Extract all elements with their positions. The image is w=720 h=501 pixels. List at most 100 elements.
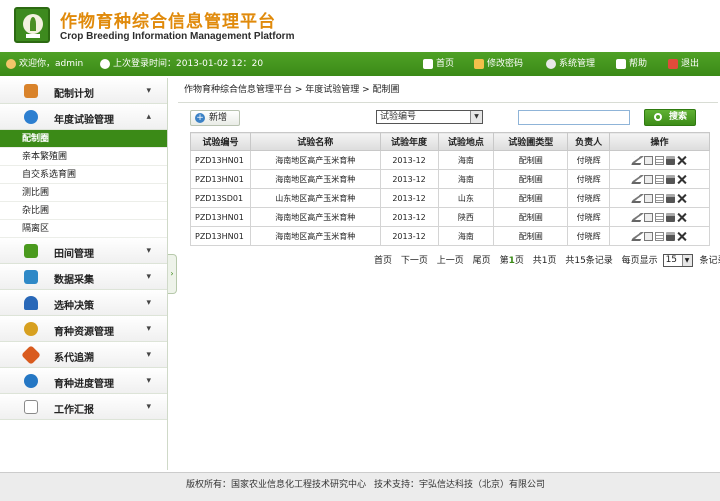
- cell-location: 海南: [437, 150, 495, 170]
- nav-logout[interactable]: 退出: [668, 52, 699, 76]
- cell-location: 海南: [437, 226, 495, 246]
- delete-icon[interactable]: [677, 156, 686, 165]
- sidebar-collapse-handle[interactable]: ›: [168, 254, 177, 294]
- document-icon[interactable]: [655, 155, 665, 165]
- sidebar-sub-item[interactable]: 自交系选育圃: [0, 166, 167, 184]
- cell-location: 山东: [437, 188, 495, 208]
- nav-change-password[interactable]: 修改密码: [474, 52, 523, 76]
- clock-icon: [24, 374, 38, 388]
- sidebar-sub-item[interactable]: 隔离区: [0, 220, 167, 238]
- sidebar-sub-item[interactable]: 测比圃: [0, 184, 167, 202]
- search-icon: [654, 113, 662, 121]
- copy-icon[interactable]: [644, 174, 654, 184]
- divider: [178, 102, 718, 103]
- table-row[interactable]: PZD13HN01 海南地区高产玉米育种 2013-12 海南 配制圃 付晓辉: [190, 226, 710, 246]
- cell-owner: 付晓辉: [567, 226, 611, 246]
- print-icon[interactable]: [666, 231, 676, 241]
- top-nav-bar: 欢迎你，admin 上次登录时间：2013-01-02 12：20 首页 修改密…: [0, 52, 720, 76]
- pager-total-pages: 共1页: [532, 256, 557, 266]
- search-button[interactable]: 搜索: [644, 109, 696, 126]
- nav-system-admin[interactable]: 系统管理: [546, 52, 595, 76]
- copy-icon[interactable]: [644, 155, 654, 165]
- sidebar-section-data[interactable]: 数据采集 ▾: [0, 264, 167, 290]
- search-input[interactable]: [518, 110, 630, 125]
- sidebar-section-resources[interactable]: 育种资源管理 ▾: [0, 316, 167, 342]
- copy-icon[interactable]: [644, 231, 654, 241]
- column-header[interactable]: 试验名称: [249, 132, 381, 151]
- lock-icon: [474, 58, 484, 69]
- copy-icon[interactable]: [644, 212, 654, 222]
- header: 作物育种综合信息管理平台 Crop Breeding Information M…: [0, 0, 720, 50]
- cell-type: 配制圃: [493, 150, 569, 170]
- print-icon[interactable]: [666, 212, 676, 222]
- delete-icon[interactable]: [677, 232, 686, 241]
- table-row[interactable]: PZD13HN01 海南地区高产玉米育种 2013-12 海南 配制圃 付晓辉: [190, 150, 710, 170]
- print-icon[interactable]: [666, 193, 676, 203]
- pager-per-page-label: 每页显示: [621, 256, 658, 266]
- edit-icon[interactable]: [631, 231, 644, 241]
- delete-icon[interactable]: [677, 175, 686, 184]
- breadcrumb: 作物育种综合信息管理平台 > 年度试验管理 > 配制圃: [184, 85, 400, 95]
- table-row[interactable]: PZD13HN01 海南地区高产玉米育种 2013-12 陕西 配制圃 付晓辉: [190, 207, 710, 227]
- edit-icon[interactable]: [631, 155, 644, 165]
- nav-home[interactable]: 首页: [423, 52, 454, 76]
- sidebar-section-progress[interactable]: 育种进度管理 ▾: [0, 368, 167, 394]
- sidebar-section-annual-trial[interactable]: 年度试验管理 ▴: [0, 104, 167, 130]
- chevron-down-icon: ▾: [146, 246, 151, 256]
- pager-records-label: 条记录: [699, 256, 720, 266]
- filter-field-select[interactable]: 试验编号 ▼: [376, 110, 483, 124]
- document-icon[interactable]: [655, 231, 665, 241]
- document-icon[interactable]: [655, 174, 665, 184]
- field-icon: [24, 244, 38, 258]
- cell-code: PZD13HN01: [190, 207, 251, 227]
- nav-help[interactable]: 帮助: [616, 52, 647, 76]
- table-row[interactable]: PZD13SD01 山东地区高产玉米育种 2013-12 山东 配制圃 付晓辉: [190, 188, 710, 208]
- edit-icon[interactable]: [631, 174, 644, 184]
- document-icon[interactable]: [655, 193, 665, 203]
- copy-icon[interactable]: [644, 193, 654, 203]
- pager-prev[interactable]: 上一页: [437, 256, 464, 266]
- logo-icon: [14, 7, 50, 43]
- cell-name: 海南地区高产玉米育种: [249, 150, 381, 170]
- new-button[interactable]: + 新增: [190, 110, 240, 126]
- cell-year: 2013-12: [379, 150, 439, 170]
- pager-first[interactable]: 首页: [374, 256, 392, 266]
- main-content: 作物育种综合信息管理平台 > 年度试验管理 > 配制圃 + 新增 试验编号 ▼ …: [178, 78, 720, 470]
- sidebar-section-decision[interactable]: 选种决策 ▾: [0, 290, 167, 316]
- chevron-down-icon: ▾: [146, 272, 151, 282]
- cell-name: 海南地区高产玉米育种: [249, 169, 381, 189]
- edit-icon[interactable]: [631, 193, 644, 203]
- sidebar-sub-item[interactable]: 杂比圃: [0, 202, 167, 220]
- column-header[interactable]: 试验编号: [190, 132, 251, 151]
- home-icon: [423, 58, 433, 69]
- sidebar-section-trace[interactable]: 系代追溯 ▾: [0, 342, 167, 368]
- column-header[interactable]: 负责人: [567, 132, 611, 151]
- delete-icon[interactable]: [677, 213, 686, 222]
- table-row[interactable]: PZD13HN01 海南地区高产玉米育种 2013-12 海南 配制圃 付晓辉: [190, 169, 710, 189]
- cell-type: 配制圃: [493, 169, 569, 189]
- row-actions: [609, 169, 710, 189]
- cell-year: 2013-12: [379, 169, 439, 189]
- clock-icon: [100, 58, 110, 69]
- document-icon[interactable]: [655, 212, 665, 222]
- column-header[interactable]: 试验圃类型: [493, 132, 569, 151]
- sidebar-sub-item[interactable]: 配制圈: [0, 130, 167, 148]
- column-header[interactable]: 试验年度: [379, 132, 439, 151]
- column-header[interactable]: 试验地点: [437, 132, 495, 151]
- chevron-down-icon: ▾: [146, 324, 151, 334]
- gear-icon: [546, 58, 556, 69]
- per-page-select[interactable]: 15 ▼: [662, 254, 693, 267]
- pager-last[interactable]: 尾页: [473, 256, 491, 266]
- sidebar-section-field[interactable]: 田间管理 ▾: [0, 238, 167, 264]
- cell-code: PZD13HN01: [190, 226, 251, 246]
- print-icon[interactable]: [666, 155, 676, 165]
- pager-next[interactable]: 下一页: [401, 256, 428, 266]
- sidebar-sub-item[interactable]: 亲本繁殖圃: [0, 148, 167, 166]
- sidebar-section-plan[interactable]: 配制计划 ▾: [0, 78, 167, 104]
- cell-owner: 付晓辉: [567, 169, 611, 189]
- chevron-down-icon: ▾: [146, 86, 151, 96]
- edit-icon[interactable]: [631, 212, 644, 222]
- print-icon[interactable]: [666, 174, 676, 184]
- delete-icon[interactable]: [677, 194, 686, 203]
- sidebar-section-report[interactable]: 工作汇报 ▾: [0, 394, 167, 420]
